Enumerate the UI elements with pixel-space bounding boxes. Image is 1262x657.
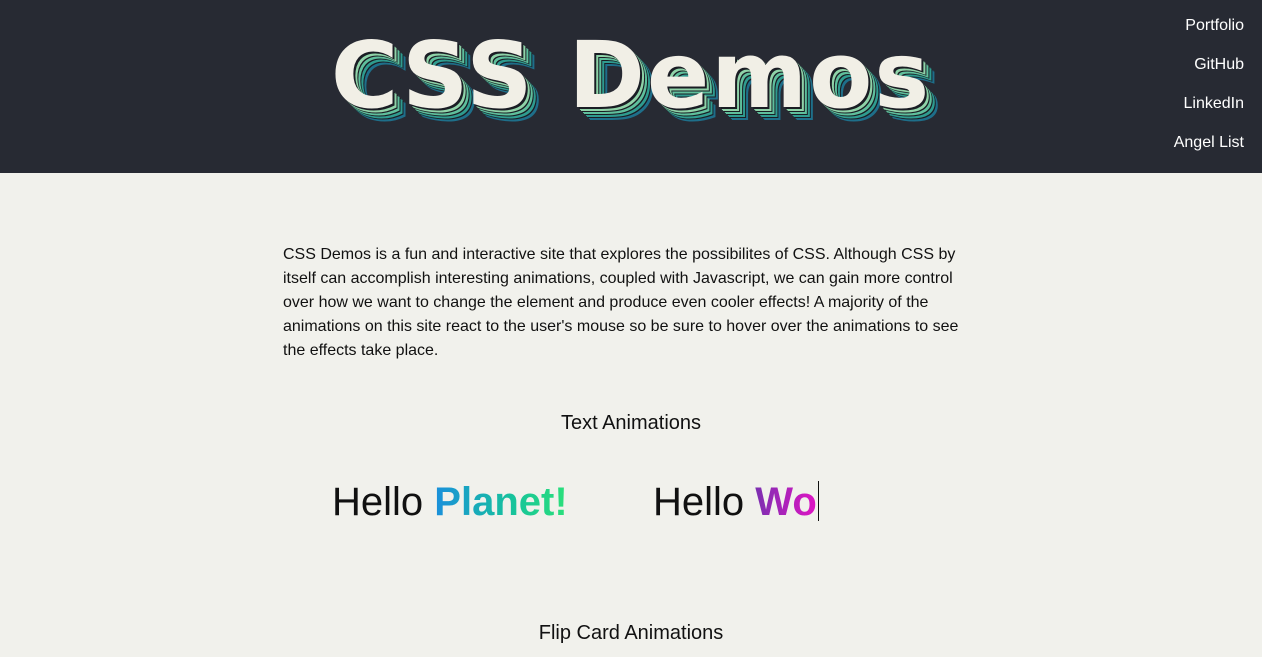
site-header: CSS Demos Portfolio GitHub LinkedIn Ange… — [0, 0, 1262, 173]
hello-planet-prefix: Hello — [332, 480, 424, 524]
section-title-text-animations: Text Animations — [560, 412, 702, 434]
section-title-flip-card-animations: Flip Card Animations — [538, 622, 724, 644]
nav-link-github[interactable]: GitHub — [1194, 55, 1244, 75]
hello-world-typing-demo[interactable]: Hello Wo — [653, 478, 819, 526]
hello-planet-demo[interactable]: Hello Planet! — [332, 478, 568, 526]
typing-cursor — [817, 481, 819, 521]
hello-planet-word: Planet! — [434, 480, 568, 524]
nav-link-angel-list[interactable]: Angel List — [1174, 133, 1244, 153]
hello-world-prefix: Hello — [653, 480, 745, 524]
nav-link-portfolio[interactable]: Portfolio — [1185, 16, 1244, 36]
hello-world-word: Wo — [755, 480, 817, 524]
site-title: CSS Demos — [330, 22, 932, 129]
nav-link-linkedin[interactable]: LinkedIn — [1184, 94, 1245, 114]
intro-paragraph: CSS Demos is a fun and interactive site … — [283, 246, 959, 359]
